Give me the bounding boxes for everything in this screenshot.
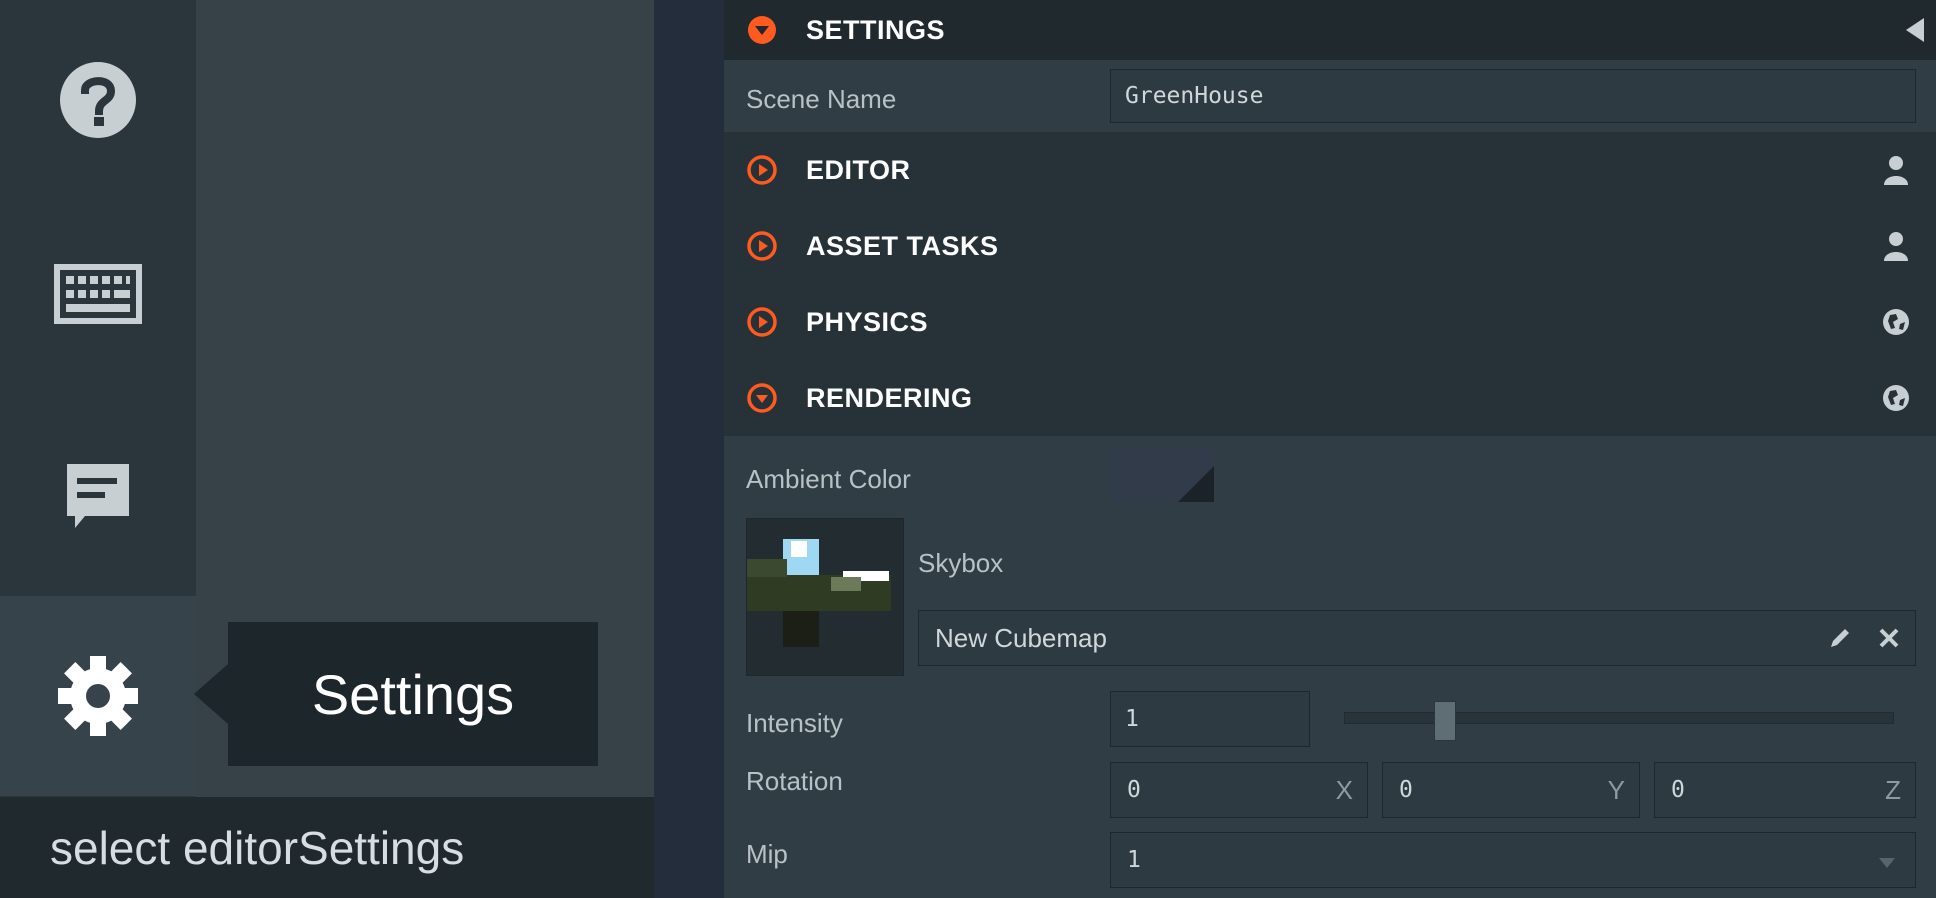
globe-icon xyxy=(1876,378,1916,418)
pencil-icon[interactable] xyxy=(1827,625,1853,658)
scene-name-input[interactable]: GreenHouse xyxy=(1110,69,1916,123)
skybox-asset-field[interactable]: New Cubemap xyxy=(918,610,1916,666)
chevron-down-icon xyxy=(1879,855,1895,873)
section-editor-title: EDITOR xyxy=(806,154,911,185)
left-toolbar xyxy=(0,0,196,797)
rendering-body: Ambient Color Skybox New Cubemap Intensi… xyxy=(724,436,1936,898)
chevron-down-circle-icon xyxy=(748,16,776,44)
skybox-thumbnail[interactable] xyxy=(746,518,904,676)
chevron-down-circle-icon xyxy=(747,383,777,413)
settings-header[interactable]: SETTINGS xyxy=(724,0,1936,60)
section-physics[interactable]: PHYSICS xyxy=(724,284,1936,360)
intensity-slider-handle[interactable] xyxy=(1434,701,1456,741)
intensity-value: 1 xyxy=(1125,706,1139,732)
play-circle-icon xyxy=(747,231,777,261)
section-rendering[interactable]: RENDERING xyxy=(724,360,1936,436)
rotation-z-input[interactable]: 0 Z xyxy=(1654,762,1916,818)
status-bar: select editorSettings xyxy=(0,797,654,898)
help-icon xyxy=(60,62,136,138)
chat-button[interactable] xyxy=(0,396,196,596)
chat-icon xyxy=(67,464,129,528)
viewport-gap xyxy=(654,0,724,898)
tooltip-text: Settings xyxy=(311,662,515,726)
skybox-asset-name: New Cubemap xyxy=(935,622,1107,653)
rotation-x-value: 0 xyxy=(1127,777,1141,803)
mip-select[interactable]: 1 xyxy=(1110,832,1916,888)
collapse-left-icon[interactable] xyxy=(1902,16,1926,44)
close-icon[interactable] xyxy=(1877,626,1901,657)
rotation-y-input[interactable]: 0 Y xyxy=(1382,762,1640,818)
scene-name-value: GreenHouse xyxy=(1125,83,1264,109)
status-text: select editorSettings xyxy=(50,821,465,874)
cubemap-preview-icon xyxy=(747,539,891,647)
settings-inspector: SETTINGS Scene Name GreenHouse EDITOR AS… xyxy=(724,0,1936,898)
tooltip-arrow xyxy=(194,664,228,724)
gear-icon xyxy=(58,656,138,736)
section-physics-title: PHYSICS xyxy=(806,306,929,337)
intensity-label: Intensity xyxy=(746,708,843,738)
settings-tooltip: Settings xyxy=(228,622,598,766)
rotation-y-value: 0 xyxy=(1399,777,1413,803)
user-icon xyxy=(1876,226,1916,266)
user-icon xyxy=(1876,150,1916,190)
ambient-color-swatch[interactable] xyxy=(1110,448,1214,502)
mip-value: 1 xyxy=(1127,847,1141,873)
rotation-y-axis-label: Y xyxy=(1607,774,1625,805)
section-asset-tasks-title: ASSET TASKS xyxy=(806,230,999,261)
section-asset-tasks[interactable]: ASSET TASKS xyxy=(724,208,1936,284)
ambient-color-label: Ambient Color xyxy=(746,464,911,494)
section-rendering-title: RENDERING xyxy=(806,382,973,413)
rotation-z-value: 0 xyxy=(1671,777,1685,803)
play-circle-icon xyxy=(747,155,777,185)
rotation-z-axis-label: Z xyxy=(1885,774,1901,805)
scene-name-label: Scene Name xyxy=(746,84,897,114)
rotation-label: Rotation xyxy=(746,766,843,796)
rotation-x-input[interactable]: 0 X xyxy=(1110,762,1368,818)
settings-title: SETTINGS xyxy=(806,14,946,45)
section-editor[interactable]: EDITOR xyxy=(724,132,1936,208)
help-button[interactable] xyxy=(0,0,196,200)
keyboard-icon xyxy=(54,264,142,324)
play-circle-icon xyxy=(747,307,777,337)
intensity-input[interactable]: 1 xyxy=(1110,691,1310,747)
scene-name-row: Scene Name GreenHouse xyxy=(724,60,1936,132)
rotation-x-axis-label: X xyxy=(1335,774,1353,805)
globe-icon xyxy=(1876,302,1916,342)
mip-label: Mip xyxy=(746,839,788,869)
intensity-slider-track[interactable] xyxy=(1344,701,1894,741)
settings-button[interactable] xyxy=(0,596,196,796)
shortcuts-button[interactable] xyxy=(0,194,196,394)
skybox-label: Skybox xyxy=(918,548,1004,578)
swatch-corner xyxy=(1178,466,1214,502)
